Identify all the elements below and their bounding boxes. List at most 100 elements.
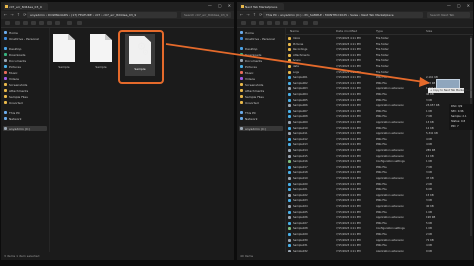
- sidebar-item-network[interactable]: Network: [3, 116, 47, 121]
- sidebar-item-network[interactable]: Network: [239, 116, 283, 121]
- table-row[interactable]: Sample025 7/15/2023 4:11 PM PNG File 1 KB: [286, 210, 473, 215]
- rename-icon[interactable]: [39, 21, 44, 25]
- sidebar-item-drive[interactable]: anyadmin (C:): [239, 126, 283, 131]
- delete-icon[interactable]: [291, 21, 296, 25]
- sidebar-item-music[interactable]: Music: [3, 70, 47, 75]
- address-field[interactable]: anyadmin › DOWNLOADS › (17) FEATURE › c0…: [27, 12, 177, 18]
- close-button[interactable]: ✕: [467, 4, 470, 8]
- explorer-tab[interactable]: Next Tab Marketplace: [240, 3, 284, 10]
- table-row[interactable]: Sample020 7/15/2023 4:11 PM PNG File 2 KB: [286, 182, 473, 187]
- table-row[interactable]: Sample012 7/15/2023 4:11 PM PNG File 4 KB: [286, 137, 473, 142]
- sidebar-item-desktop[interactable]: Desktop: [3, 46, 47, 51]
- close-button[interactable]: ✕: [228, 4, 231, 8]
- table-row[interactable]: Sample019 7/15/2023 4:11 PM Application ex…: [286, 176, 473, 181]
- maximize-button[interactable]: ▢: [457, 4, 461, 8]
- sidebar-item-videos[interactable]: Videos: [3, 76, 47, 81]
- sidebar-item-onedrive[interactable]: OneDrive - Personal: [239, 36, 283, 41]
- paste-icon[interactable]: [31, 21, 36, 25]
- cut-icon[interactable]: [251, 21, 256, 25]
- share-icon[interactable]: [283, 21, 288, 25]
- table-row[interactable]: Inbox 7/15/2023 4:11 PM File folder: [286, 36, 473, 41]
- sidebar-item-onedrive[interactable]: OneDrive - Personal: [3, 36, 47, 41]
- table-row[interactable]: Sample027 7/15/2023 4:11 PM PNG File 5 KB: [286, 221, 473, 226]
- table-row[interactable]: Sample011 7/15/2023 4:11 PM Application ex…: [286, 131, 473, 136]
- sidebar-item-sample-files[interactable]: Sample Files: [3, 94, 47, 99]
- back-icon[interactable]: ←: [4, 12, 7, 18]
- back-icon[interactable]: ←: [240, 12, 243, 18]
- table-row[interactable]: Sample005 7/15/2023 4:11 PM PNG File 3 KB: [286, 98, 473, 103]
- table-row[interactable]: Logs 7/15/2023 4:11 PM File folder: [286, 70, 473, 75]
- table-row[interactable]: Sample008 7/15/2023 4:11 PM PNG File 7 KB: [286, 114, 473, 119]
- sidebar-item-this-pc[interactable]: This PC: [239, 110, 283, 115]
- minimize-button[interactable]: —: [208, 4, 212, 8]
- sidebar-item-sample-files[interactable]: Sample Files: [239, 94, 283, 99]
- up-icon[interactable]: ↑: [253, 12, 256, 18]
- sidebar-item-desktop[interactable]: Desktop: [239, 46, 283, 51]
- column-date[interactable]: Date modified: [336, 29, 357, 33]
- sidebar-item-screenshots[interactable]: Screenshots: [3, 82, 47, 87]
- sidebar-item-documents[interactable]: Documents: [3, 58, 47, 63]
- new-button[interactable]: [241, 21, 246, 25]
- table-row[interactable]: Sample021 7/15/2023 4:11 PM PNG File 6 KB: [286, 187, 473, 192]
- table-row[interactable]: Sample023 7/15/2023 4:11 PM PNG File 3 KB: [286, 198, 473, 203]
- table-row[interactable]: Sample031 7/15/2023 4:11 PM PNG File 4 KB: [286, 243, 473, 248]
- view-button[interactable]: [77, 21, 82, 25]
- table-row[interactable]: Sample007 7/15/2023 4:11 PM PNG File 1 KB: [286, 109, 473, 114]
- minimize-button[interactable]: —: [447, 4, 451, 8]
- table-row[interactable]: data 7/15/2023 4:11 PM File folder: [286, 64, 473, 69]
- file-item[interactable]: Sample: [49, 34, 79, 74]
- table-row[interactable]: Sample010 7/15/2023 4:11 PM PNG File 12 KB: [286, 126, 473, 131]
- table-row[interactable]: Sample028 7/15/2023 4:11 PM Configuration …: [286, 226, 473, 231]
- up-icon[interactable]: ↑: [17, 12, 20, 18]
- share-icon[interactable]: [47, 21, 52, 25]
- table-row[interactable]: Sample006 7/15/2023 4:11 PM Application ex…: [286, 103, 473, 108]
- table-row[interactable]: Sample029 7/15/2023 4:11 PM PNG File 2 KB: [286, 232, 473, 237]
- table-row[interactable]: Sample017 7/15/2023 4:11 PM PNG File 7 KB: [286, 165, 473, 170]
- sort-button[interactable]: [67, 21, 72, 25]
- sidebar-item-documents[interactable]: Documents: [239, 58, 283, 63]
- sidebar-item-this-pc[interactable]: This PC: [3, 110, 47, 115]
- sidebar-item-downloads[interactable]: Downloads: [3, 52, 47, 57]
- sidebar-item-pictures[interactable]: Pictures: [3, 64, 47, 69]
- table-row[interactable]: Sample030 7/15/2023 4:11 PM Application ex…: [286, 238, 473, 243]
- file-item[interactable]: Sample: [86, 34, 116, 74]
- column-name[interactable]: Name: [290, 29, 299, 33]
- rename-icon[interactable]: [275, 21, 280, 25]
- copy-icon[interactable]: [23, 21, 28, 25]
- table-row[interactable]: Sample018 7/15/2023 4:11 PM PNG File 3 KB: [286, 170, 473, 175]
- forward-icon[interactable]: →: [10, 12, 13, 18]
- table-row[interactable]: Sample026 7/15/2023 4:11 PM Application ex…: [286, 215, 473, 220]
- copy-icon[interactable]: [259, 21, 264, 25]
- paste-icon[interactable]: [267, 21, 272, 25]
- sidebar-item-downloads[interactable]: Downloads: [239, 52, 283, 57]
- sidebar-item-attachments[interactable]: Attachments: [3, 88, 47, 93]
- refresh-icon[interactable]: ⟳: [259, 12, 262, 18]
- table-row[interactable]: Sample022 7/15/2023 4:11 PM Application ex…: [286, 193, 473, 198]
- table-row[interactable]: Scans 7/15/2023 4:11 PM File folder: [286, 58, 473, 63]
- sidebar-item-videos[interactable]: Videos: [239, 76, 283, 81]
- view-button[interactable]: [313, 21, 318, 25]
- sidebar-item-home[interactable]: Home: [239, 30, 283, 35]
- sidebar-item-unsorted[interactable]: Unsorted: [3, 100, 47, 105]
- sidebar-item-unsorted[interactable]: Unsorted: [239, 100, 283, 105]
- sidebar-item-home[interactable]: Home: [3, 30, 47, 35]
- search-input[interactable]: Search Next Tab: [427, 12, 470, 18]
- forward-icon[interactable]: →: [246, 12, 249, 18]
- table-row[interactable]: Pictures 7/15/2023 4:11 PM File folder: [286, 42, 473, 47]
- table-row[interactable]: Sample014 7/15/2023 4:11 PM Application ex…: [286, 148, 473, 153]
- table-row[interactable]: Sample015 7/15/2023 4:11 PM Application ex…: [286, 154, 473, 159]
- search-input[interactable]: Search c07_err_8d44ea_03_9: [181, 12, 231, 18]
- new-button[interactable]: [5, 21, 10, 25]
- sidebar-item-screenshots[interactable]: Screenshots: [239, 82, 283, 87]
- sidebar-item-attachments[interactable]: Attachments: [239, 88, 283, 93]
- table-row[interactable]: Sample016 7/15/2023 4:11 PM Configuration …: [286, 159, 473, 164]
- explorer-tab[interactable]: c07_err_8d44ea_03_9: [4, 3, 48, 10]
- table-row[interactable]: Attachments 7/15/2023 4:11 PM File folder: [286, 53, 473, 58]
- column-type[interactable]: Type: [376, 29, 383, 33]
- table-row[interactable]: Sample009 7/15/2023 4:11 PM Application ex…: [286, 120, 473, 125]
- sidebar-item-music[interactable]: Music: [239, 70, 283, 75]
- sort-button[interactable]: [303, 21, 308, 25]
- sidebar-item-drive[interactable]: anyadmin (C:): [3, 126, 47, 131]
- table-row[interactable]: Sample024 7/15/2023 4:11 PM Application ex…: [286, 204, 473, 209]
- table-row[interactable]: Sample013 7/15/2023 4:11 PM PNG File 4 KB: [286, 142, 473, 147]
